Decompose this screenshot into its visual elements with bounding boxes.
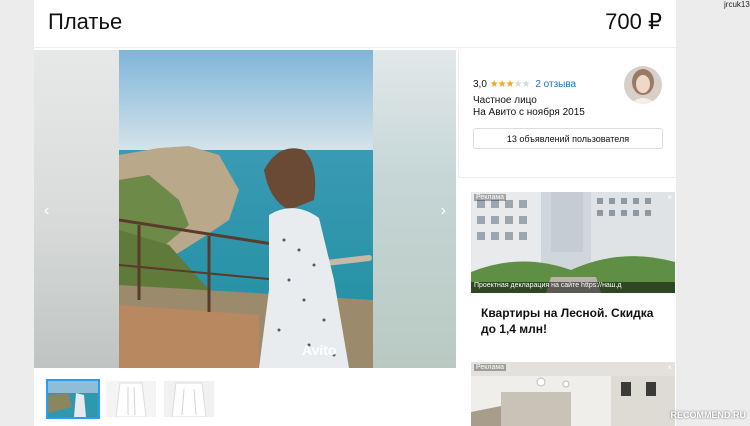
avito-watermark: Avito [302, 342, 337, 358]
ad-1-close-icon[interactable]: × [667, 193, 672, 202]
main-photo[interactable] [119, 50, 373, 368]
thumbnail-3[interactable] [164, 381, 214, 417]
thumbnail-strip [46, 379, 214, 419]
username-label[interactable]: jrcuk13 [724, 0, 750, 9]
seller-rating: 3,0 ★★★★★ 2 отзыва [473, 79, 576, 90]
rating-value: 3,0 [473, 79, 487, 90]
seller-type: Частное лицо [473, 95, 537, 106]
title-row: Платье 700 ₽ [34, 0, 676, 48]
seller-avatar[interactable] [624, 66, 662, 104]
seller-since: На Авито с ноября 2015 [473, 107, 585, 118]
ad-banner-1[interactable]: Реклама × Проектная декларация на сайте … [471, 192, 675, 354]
gallery-next-arrow[interactable]: › [441, 202, 446, 220]
recommend-watermark: RECOMMEND.RU [670, 410, 747, 420]
ad-2-label: Реклама [474, 364, 507, 371]
reviews-link[interactable]: 2 отзыва [535, 79, 576, 90]
rating-stars-icon: ★★★★★ [489, 79, 531, 90]
ad-1-label: Реклама [474, 194, 507, 201]
seller-panel: 3,0 ★★★★★ 2 отзыва Частное лицо На Авито… [458, 50, 676, 178]
ad-banner-2[interactable]: Реклама × [471, 362, 675, 426]
ad-1-image: Реклама × Проектная декларация на сайте … [471, 192, 675, 293]
ad-2-image [471, 362, 675, 426]
thumbnail-1[interactable] [46, 379, 100, 419]
listing-title: Платье [48, 9, 123, 34]
ad-1-caption: Проектная декларация на сайте https://на… [471, 282, 675, 293]
gallery-prev-arrow[interactable]: ‹ [44, 202, 49, 220]
thumbnail-2[interactable] [106, 381, 156, 417]
all-user-ads-button[interactable]: 13 объявлений пользователя [473, 128, 663, 149]
listing-price: 700 ₽ [605, 9, 662, 34]
photo-gallery: ‹ › Avito [34, 50, 456, 368]
ad-1-headline[interactable]: Квартиры на Лесной. Скидка до 1,4 млн! [481, 305, 671, 337]
ad-2-close-icon[interactable]: × [667, 363, 672, 372]
main-photo-image [119, 50, 373, 368]
